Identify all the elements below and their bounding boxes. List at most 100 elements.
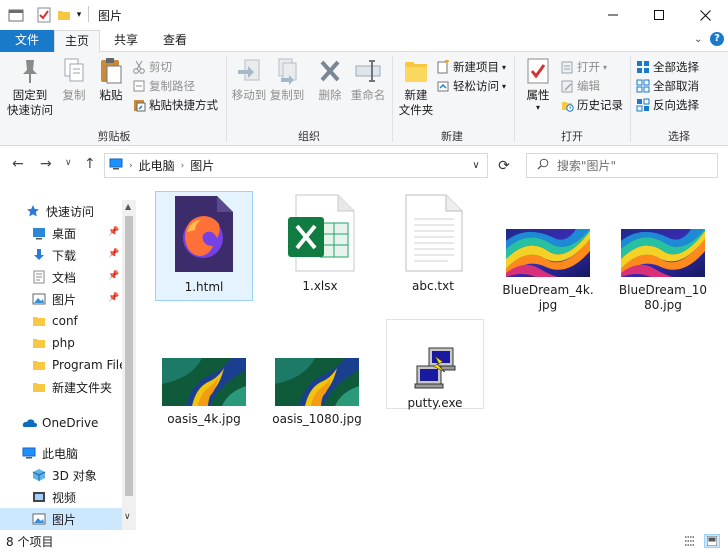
title-separator [88,6,89,22]
nav-item-pictures-pc[interactable]: 图片 [0,508,122,530]
new-item-icon [436,59,450,74]
cut-label: 剪切 [149,59,172,74]
navigation-pane: 快速访问 桌面 📌 下载 📌 文档 📌 图片 📌 conf php Progra… [0,196,136,530]
minimize-button[interactable] [590,0,636,30]
help-icon[interactable]: ? [710,32,724,46]
dropdown-arrow-icon: ▾ [502,62,507,72]
scroll-down-icon[interactable]: ∨ [124,512,131,522]
delete-button[interactable]: 删除 [312,56,348,103]
nav-item-label: 图片 [52,292,77,307]
invert-selection-button[interactable]: 反向选择 [636,96,699,114]
scroll-up-icon[interactable]: ▲ [125,202,131,211]
nav-this-pc-label: 此电脑 [42,446,79,461]
rename-icon [354,56,382,86]
nav-item-php[interactable]: php [0,332,122,354]
image-thumbnail [268,316,366,406]
file-item[interactable]: 1.xlsx [271,191,369,294]
paste-label: 粘贴 [99,88,123,102]
close-button[interactable] [682,0,728,30]
ribbon: 固定到 快速访问 复制 粘贴 剪切 复制路径 粘贴快捷方式 剪贴板 移动到 复制… [0,52,728,146]
file-item[interactable]: oasis_4k.jpg [155,316,253,427]
breadcrumb-pictures[interactable]: 图片 [190,157,214,174]
up-arrow-icon[interactable]: ↑ [84,156,96,172]
nav-item-label: 新建文件夹 [52,380,113,395]
window-icon[interactable] [8,7,24,23]
3d-objects-icon [32,468,46,482]
folder-icon [32,380,46,394]
nav-item-new-folder[interactable]: 新建文件夹 [0,376,122,398]
address-dropdown-icon[interactable]: ∨ [464,153,488,178]
search-box[interactable]: 搜索"图片" [526,153,718,178]
paste-shortcut-button[interactable]: 粘贴快捷方式 [132,96,218,114]
file-item[interactable]: oasis_1080.jpg [268,316,366,427]
new-item-button[interactable]: 新建项目 ▾ [436,58,506,76]
select-none-icon [636,79,650,93]
image-thumbnail [155,316,253,406]
file-item[interactable]: BlueDream_1080.jpg [614,191,712,313]
folder-icon [32,336,46,350]
file-item[interactable]: BlueDream_4k.jpg [499,191,597,313]
nav-item-videos[interactable]: 视频 [0,486,122,508]
forward-arrow-icon[interactable]: → [40,156,52,172]
nav-quick-access[interactable]: 快速访问 [0,200,122,222]
nav-item-downloads[interactable]: 下载 📌 [0,244,122,266]
recent-locations-icon[interactable]: ∨ [65,158,72,168]
copy-label: 复制 [62,88,86,102]
tab-file[interactable]: 文件 [0,30,54,52]
maximize-button[interactable] [636,0,682,30]
pin-label: 固定到 快速访问 [7,88,53,117]
nav-item-3d-objects[interactable]: 3D 对象 [0,464,122,486]
pin-quick-access-button[interactable]: 固定到 快速访问 [6,56,54,118]
file-item[interactable]: 1.html [155,191,253,301]
nav-item-conf[interactable]: conf [0,310,122,332]
edit-button[interactable]: 编辑 [560,77,600,95]
nav-item-documents[interactable]: 文档 📌 [0,266,122,288]
dropdown-arrow-icon: ▾ [603,62,608,72]
customize-quick-access-icon[interactable]: ▾ [74,7,84,23]
properties-quick-icon[interactable] [36,7,52,23]
nav-this-pc[interactable]: 此电脑 [0,442,122,464]
collapse-ribbon-icon[interactable]: ⌄ [694,34,702,45]
move-to-button[interactable]: 移动到 [230,56,268,103]
easy-access-button[interactable]: 轻松访问 ▾ [436,77,506,95]
nav-onedrive[interactable]: OneDrive [0,412,122,434]
breadcrumb-chevron-icon: › [129,160,133,171]
select-none-button[interactable]: 全部取消 [636,77,699,95]
scrollbar-thumb[interactable] [125,216,133,496]
cut-button[interactable]: 剪切 [132,58,172,76]
nav-item-pictures[interactable]: 图片 📌 [0,288,122,310]
tab-view[interactable]: 查看 [152,30,198,52]
copy-button[interactable]: 复制 [56,56,92,103]
nav-item-desktop[interactable]: 桌面 📌 [0,222,122,244]
nav-pane-scrollbar[interactable]: ▲ ∨ [122,200,136,530]
tab-home[interactable]: 主页 [54,30,100,53]
back-arrow-icon[interactable]: ← [12,156,24,172]
rename-button[interactable]: 重命名 [348,56,388,103]
properties-button[interactable]: 属性 ▾ [518,56,558,112]
new-folder-button[interactable]: 新建 文件夹 [396,56,436,118]
nav-item-label: 桌面 [52,226,77,241]
history-button[interactable]: 历史记录 [560,96,623,114]
copy-to-button[interactable]: 复制到 [268,56,306,103]
open-button[interactable]: 打开 ▾ [560,58,607,76]
history-label: 历史记录 [577,97,623,112]
pinned-icon: 📌 [108,293,120,303]
nav-item-program-files[interactable]: Program Files [0,354,122,376]
breadcrumb-this-pc[interactable]: 此电脑 [139,157,175,174]
tab-share[interactable]: 共享 [104,30,148,52]
refresh-icon[interactable]: ⟳ [492,153,516,178]
new-folder-quick-icon[interactable] [56,7,72,23]
file-item[interactable]: putty.exe [386,319,484,410]
select-all-button[interactable]: 全部选择 [636,58,699,76]
image-thumbnail [499,191,597,277]
this-pc-icon [22,446,36,460]
select-all-label: 全部选择 [653,59,699,74]
edit-icon [560,79,574,93]
copy-path-button[interactable]: 复制路径 [132,77,195,95]
details-view-icon[interactable] [684,535,696,550]
paste-button[interactable]: 粘贴 [94,56,128,103]
large-icons-view-icon[interactable] [704,534,720,548]
address-bar[interactable]: › 此电脑 › 图片 [104,153,488,178]
history-icon [560,98,574,112]
file-item[interactable]: abc.txt [384,191,482,294]
